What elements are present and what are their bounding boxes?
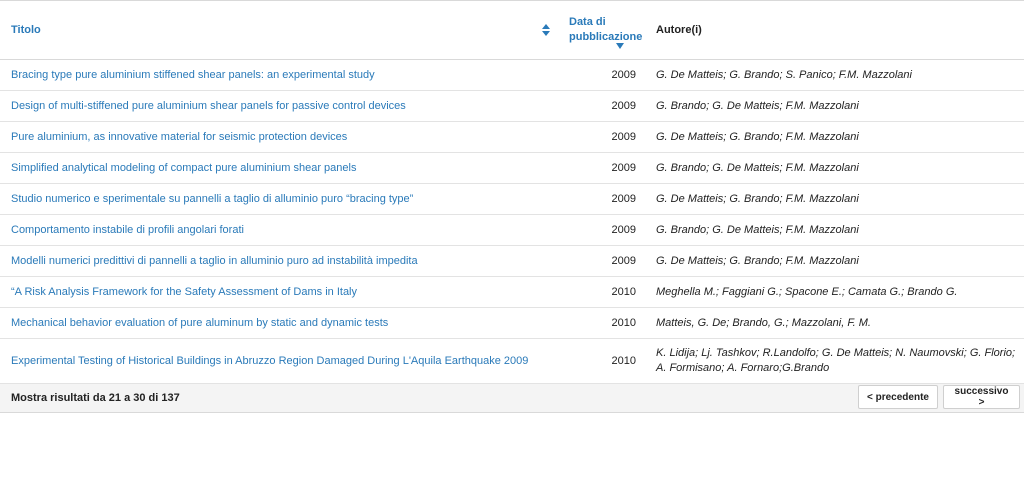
publication-title-link[interactable]: “A Risk Analysis Framework for the Safet… <box>11 286 357 298</box>
column-header-authors: Autore(i) <box>656 24 702 36</box>
authors-cell: G. De Matteis; G. Brando; F.M. Mazzolani <box>640 183 1024 215</box>
title-cell: Modelli numerici predittivi di pannelli … <box>0 245 558 277</box>
authors-cell: G. De Matteis; G. Brando; S. Panico; F.M… <box>640 59 1024 91</box>
authors-cell: G. Brando; G. De Matteis; F.M. Mazzolani <box>640 90 1024 122</box>
authors-cell: K. Lidija; Lj. Tashkov; R.Landolfo; G. D… <box>640 338 1024 384</box>
publication-title-link[interactable]: Mechanical behavior evaluation of pure a… <box>11 317 388 329</box>
publication-year: 2009 <box>558 152 640 184</box>
column-header-title-label[interactable]: Titolo <box>11 24 41 36</box>
publication-title-link[interactable]: Pure aluminium, as innovative material f… <box>11 131 347 143</box>
sort-up-down-icon[interactable] <box>542 24 550 36</box>
authors-cell: G. Brando; G. De Matteis; F.M. Mazzolani <box>640 152 1024 184</box>
title-cell: Experimental Testing of Historical Build… <box>0 338 558 384</box>
sort-descending-icon[interactable] <box>616 43 624 49</box>
authors-cell: Meghella M.; Faggiani G.; Spacone E.; Ca… <box>640 276 1024 308</box>
publication-title-link[interactable]: Simplified analytical modeling of compac… <box>11 162 356 174</box>
column-header-date[interactable]: Data di pubblicazione <box>558 1 642 60</box>
publication-year: 2009 <box>558 90 640 122</box>
pagination-footer: Mostra risultati da 21 a 30 di 137 < pre… <box>0 384 1024 413</box>
title-cell: Pure aluminium, as innovative material f… <box>0 121 558 153</box>
authors-cell: G. De Matteis; G. Brando; F.M. Mazzolani <box>640 245 1024 277</box>
table-row: Studio numerico e sperimentale su pannel… <box>0 183 1024 215</box>
publication-year: 2010 <box>558 338 640 384</box>
table-header-row: Titolo Data di pubblicazione Autore(i) <box>0 0 1024 60</box>
table-row: Pure aluminium, as innovative material f… <box>0 121 1024 153</box>
table-row: “A Risk Analysis Framework for the Safet… <box>0 276 1024 308</box>
title-cell: “A Risk Analysis Framework for the Safet… <box>0 276 558 308</box>
title-cell: Studio numerico e sperimentale su pannel… <box>0 183 558 215</box>
publication-title-link[interactable]: Design of multi-stiffened pure aluminium… <box>11 100 406 112</box>
publication-year: 2010 <box>558 276 640 308</box>
results-table: Titolo Data di pubblicazione Autore(i) B… <box>0 0 1024 384</box>
publication-year: 2009 <box>558 214 640 246</box>
table-row: Mechanical behavior evaluation of pure a… <box>0 307 1024 339</box>
title-cell: Bracing type pure aluminium stiffened sh… <box>0 59 558 91</box>
publication-year: 2009 <box>558 121 640 153</box>
publication-year: 2010 <box>558 307 640 339</box>
table-row: Modelli numerici predittivi di pannelli … <box>0 245 1024 277</box>
title-cell: Simplified analytical modeling of compac… <box>0 152 558 184</box>
publication-title-link[interactable]: Comportamento instabile di profili angol… <box>11 224 244 236</box>
results-panel: Titolo Data di pubblicazione Autore(i) B… <box>0 0 1024 413</box>
publication-title-link[interactable]: Bracing type pure aluminium stiffened sh… <box>11 69 375 81</box>
publication-title-link[interactable]: Modelli numerici predittivi di pannelli … <box>11 255 418 267</box>
title-cell: Comportamento instabile di profili angol… <box>0 214 558 246</box>
results-body: Bracing type pure aluminium stiffened sh… <box>0 59 1024 384</box>
title-cell: Mechanical behavior evaluation of pure a… <box>0 307 558 339</box>
authors-cell: G. Brando; G. De Matteis; F.M. Mazzolani <box>640 214 1024 246</box>
previous-page-button[interactable]: < precedente <box>858 385 938 409</box>
column-header-date-label[interactable]: Data di pubblicazione <box>558 15 642 45</box>
publication-title-link[interactable]: Studio numerico e sperimentale su pannel… <box>11 193 413 205</box>
table-row: Simplified analytical modeling of compac… <box>0 152 1024 184</box>
publication-year: 2009 <box>558 183 640 215</box>
table-row: Design of multi-stiffened pure aluminium… <box>0 90 1024 122</box>
title-cell: Design of multi-stiffened pure aluminium… <box>0 90 558 122</box>
publication-year: 2009 <box>558 245 640 277</box>
column-header-title[interactable]: Titolo <box>0 1 558 60</box>
pagination-controls: < precedente successivo > <box>858 385 1020 409</box>
next-page-button[interactable]: successivo > <box>943 385 1020 409</box>
table-row: Bracing type pure aluminium stiffened sh… <box>0 59 1024 91</box>
table-row: Comportamento instabile di profili angol… <box>0 214 1024 246</box>
authors-cell: G. De Matteis; G. Brando; F.M. Mazzolani <box>640 121 1024 153</box>
table-row: Experimental Testing of Historical Build… <box>0 338 1024 384</box>
publication-year: 2009 <box>558 59 640 91</box>
authors-cell: Matteis, G. De; Brando, G.; Mazzolani, F… <box>640 307 1024 339</box>
publication-title-link[interactable]: Experimental Testing of Historical Build… <box>11 355 528 367</box>
results-count: Mostra risultati da 21 a 30 di 137 <box>11 392 180 404</box>
